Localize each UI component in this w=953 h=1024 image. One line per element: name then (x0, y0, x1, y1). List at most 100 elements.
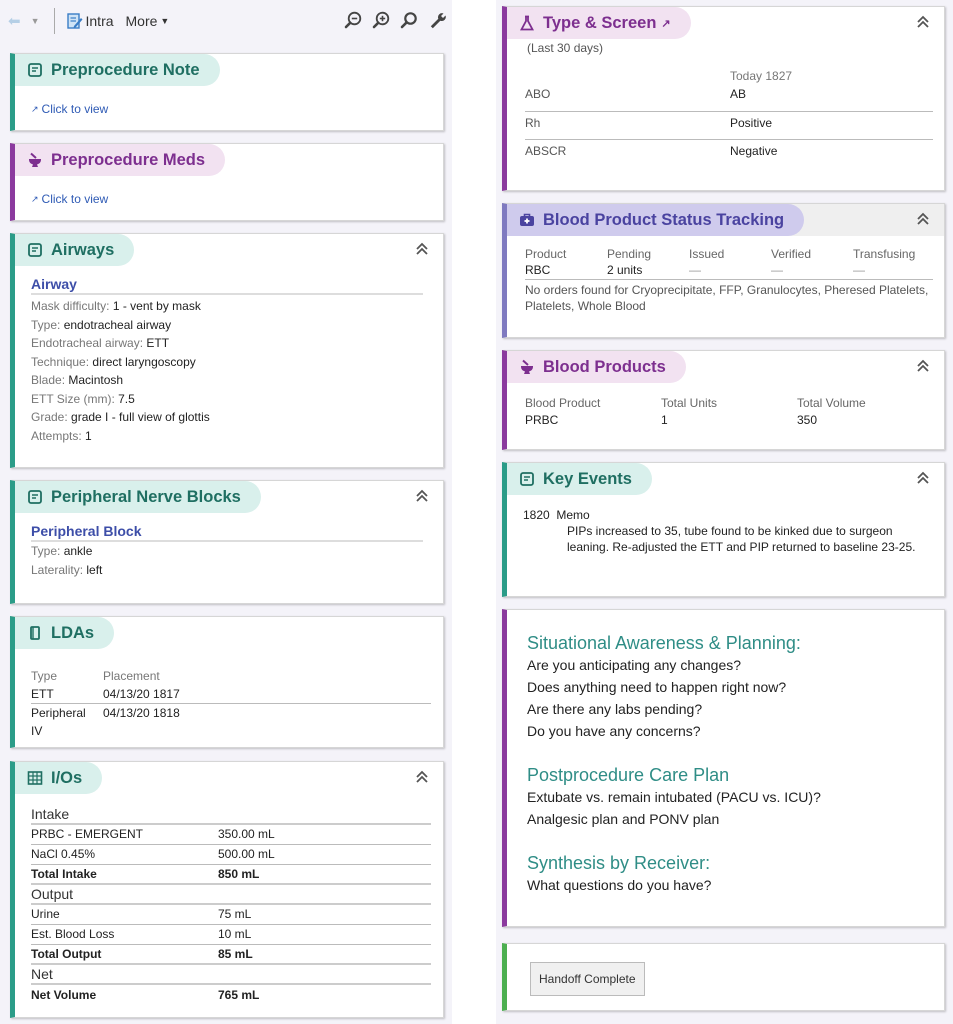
card-title: Airways (51, 240, 115, 259)
detail-label: Technique: (31, 354, 93, 369)
detail-label: Laterality: (31, 562, 87, 577)
table-row: ABO AB (525, 83, 933, 112)
intake-header-row: Intake (31, 804, 431, 825)
test-name: ABSCR (525, 143, 567, 158)
detail-value: endotracheal airway (63, 317, 172, 332)
question-list: Extubate vs. remain intubated (PACU vs. … (527, 786, 944, 830)
situational-awareness-content: Situational Awareness & Planning: Are yo… (507, 610, 944, 896)
card-title: Peripheral Nerve Blocks (51, 487, 241, 506)
collapse-icon[interactable] (916, 471, 930, 485)
detail-row: Grade: grade I - full view of glottis (31, 408, 443, 427)
question-list: What questions do you have? (527, 874, 944, 896)
event-text: PIPs increased to 35, tube found to be k… (567, 524, 916, 554)
blood-product-status-card: Blood Product Status Tracking Product Pe… (502, 203, 945, 338)
detail-row: Endotracheal airway: ETT (31, 334, 443, 353)
toolbar: ⬅ ▼ Intra More ▼ (0, 0, 452, 42)
external-link-icon: ↗ (661, 17, 671, 30)
blood-products-card: Blood Products Blood Product Total Units… (502, 350, 945, 450)
io-label: Urine (31, 904, 218, 925)
table-row: RBC 2 units — — — (525, 262, 933, 280)
card-header[interactable]: Type & Screen ↗ (507, 7, 691, 39)
table-row: Urine 75 mL (31, 904, 431, 925)
mortar-pestle-icon (29, 152, 41, 167)
net-header-row: Net (31, 964, 431, 985)
io-label: Total Intake (31, 864, 218, 885)
test-result: AB (730, 83, 933, 112)
wrench-icon[interactable] (428, 11, 446, 29)
detail-row: Laterality: left (31, 561, 443, 580)
column-header: Blood Product (525, 396, 601, 410)
collapse-icon[interactable] (415, 489, 429, 503)
column-header: Today 1827 (730, 69, 793, 83)
flask-icon (520, 15, 534, 31)
intra-button[interactable]: Intra (66, 13, 114, 29)
peripheral-nerve-blocks-card: Peripheral Nerve Blocks Peripheral Block… (10, 480, 444, 604)
detail-value: left (86, 562, 103, 577)
issued: — (689, 262, 771, 280)
collapse-icon[interactable] (916, 359, 930, 373)
blood-products-table: Blood Product Total Units Total Volume P… (525, 395, 905, 429)
io-label: Net Volume (31, 987, 97, 1002)
history-dropdown-icon[interactable]: ▼ (31, 16, 40, 26)
verified: — (771, 262, 853, 280)
detail-value: Macintosh (68, 373, 124, 387)
link-label: Click to view (41, 192, 109, 206)
click-to-view-link[interactable]: ↗ Click to view (15, 86, 443, 116)
detail-row: Attempts: 1 (31, 427, 443, 446)
pending: 2 units (607, 262, 689, 280)
situational-awareness-card: Situational Awareness & Planning: Are yo… (502, 609, 945, 927)
collapse-icon[interactable] (415, 770, 429, 784)
product: RBC (525, 262, 607, 280)
column-header: Issued (689, 247, 725, 261)
column-header: Verified (771, 247, 812, 261)
lda-type: ETT (31, 685, 103, 704)
detail-label: Blade: (31, 373, 69, 387)
handoff-complete-button[interactable]: Handoff Complete (530, 962, 645, 996)
output-label: Output (31, 884, 431, 905)
note-icon (28, 243, 42, 257)
output-header-row: Output (31, 884, 431, 905)
card-header: Blood Product Status Tracking (507, 204, 805, 236)
table-grid-icon (27, 771, 43, 785)
card-header: Blood Products (507, 351, 686, 383)
question-text: Do you have any concerns? (527, 723, 701, 739)
total-intake-row: Total Intake 850 mL (31, 864, 431, 885)
card-header: Peripheral Nerve Blocks (15, 481, 261, 513)
collapse-icon[interactable] (916, 212, 930, 226)
block-details: Type: ankle Laterality: left (31, 542, 443, 579)
column-header: Type (31, 669, 58, 683)
preprocedure-meds-card: Preprocedure Meds ↗ Click to view (10, 143, 444, 221)
io-value: 350.00 mL (218, 824, 431, 845)
card-header: Preprocedure Meds (15, 144, 226, 176)
detail-row: Technique: direct laryngoscopy (31, 353, 443, 372)
column-header: Placement (103, 669, 160, 683)
external-link-icon: ↗ (31, 193, 39, 204)
section-heading: Synthesis by Receiver: (527, 853, 711, 873)
question-text: Are you anticipating any changes? (527, 657, 742, 673)
zoom-in-icon[interactable] (372, 11, 390, 29)
question-list: Are you anticipating any changes? Does an… (527, 654, 944, 742)
net-volume-row: Net Volume 765 mL (31, 984, 431, 1004)
column-header: Total Units (661, 396, 718, 410)
test-result: Positive (730, 111, 933, 140)
card-title: Preprocedure Note (51, 60, 200, 79)
more-menu-button[interactable]: More ▼ (126, 13, 170, 29)
medical-kit-icon (520, 213, 534, 226)
ldas-card: LDAs Type Placement ETT 04/13/20 1817 Pe… (10, 616, 444, 748)
search-icon[interactable] (400, 11, 418, 29)
status-tracking-table: Product Pending Issued Verified Transfus… (525, 246, 933, 280)
test-result: Negative (730, 143, 778, 158)
question-text: Analgesic plan and PONV plan (527, 811, 720, 827)
io-label: PRBC - EMERGENT (31, 824, 218, 845)
click-to-view-link[interactable]: ↗ Click to view (15, 176, 443, 206)
zoom-out-icon[interactable] (344, 11, 362, 29)
collapse-icon[interactable] (916, 15, 930, 29)
card-header: I/Os (15, 762, 103, 794)
lda-type: Peripheral IV (31, 706, 86, 738)
more-label: More (125, 13, 158, 29)
io-value: 850 mL (218, 864, 431, 885)
table-row: PRBC - EMERGENT 350.00 mL (31, 824, 431, 845)
collapse-icon[interactable] (415, 242, 429, 256)
card-title: Key Events (543, 469, 632, 488)
back-arrow-icon[interactable]: ⬅ (8, 12, 21, 30)
